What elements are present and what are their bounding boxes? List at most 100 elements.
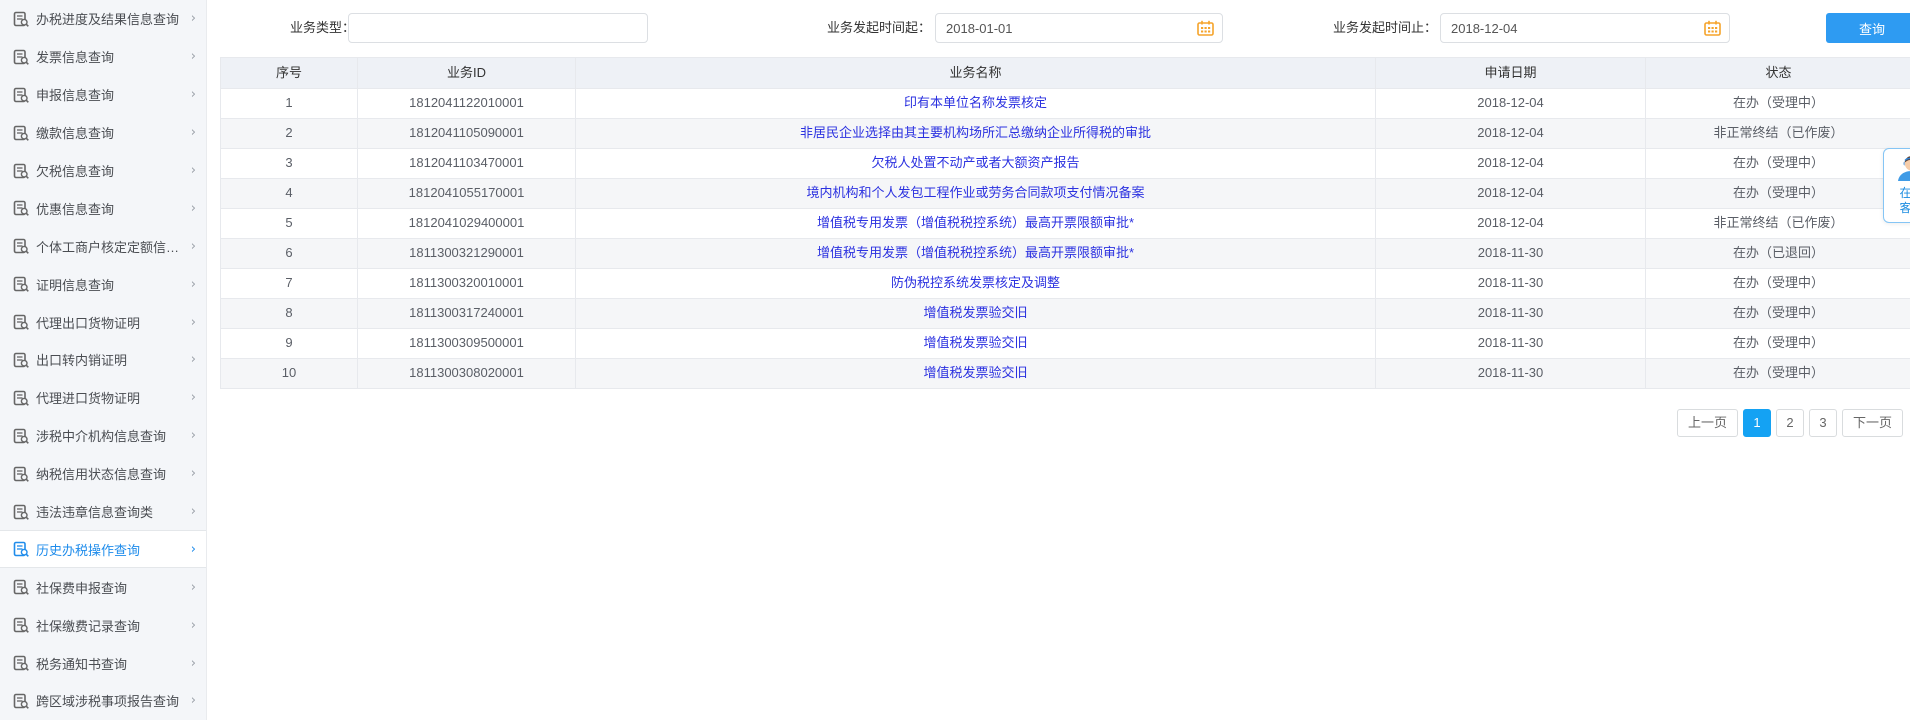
chevron-right-icon: › <box>190 617 196 633</box>
query-button[interactable]: 查询 <box>1826 13 1910 43</box>
chevron-right-icon: › <box>190 49 196 65</box>
sidebar-item-tax-arrears-query[interactable]: 欠税信息查询 › <box>0 152 206 190</box>
sidebar-item-preference-info-query[interactable]: 优惠信息查询 › <box>0 189 206 227</box>
business-name-link[interactable]: 增值税专用发票（增值税税控系统）最高开票限额审批* <box>817 215 1134 230</box>
business-name-link[interactable]: 增值税发票验交旧 <box>923 305 1027 320</box>
end-date-input[interactable] <box>1440 13 1730 43</box>
cell-business-id: 1812041122010001 <box>358 89 576 118</box>
doc-search-icon <box>13 579 29 596</box>
business-type-label: 业务类型： <box>290 20 356 35</box>
business-name-link[interactable]: 非居民企业选择由其主要机构场所汇总缴纳企业所得税的审批 <box>800 125 1151 140</box>
sidebar-item-declaration-info-query[interactable]: 申报信息查询 › <box>0 76 206 114</box>
calendar-icon[interactable] <box>1704 20 1721 36</box>
page-button-2[interactable]: 2 <box>1775 409 1804 437</box>
sidebar-item-label: 代理出口货物证明 <box>36 315 141 331</box>
table-row: 5 1812041029400001 增值税专用发票（增值税税控系统）最高开票限… <box>221 209 1910 239</box>
sidebar-item-cross-region-tax-report-query[interactable]: 跨区域涉税事项报告查询 › <box>0 682 206 720</box>
business-name-link[interactable]: 增值税发票验交旧 <box>923 335 1027 350</box>
column-header-index: 序号 <box>221 58 358 88</box>
customer-service-widget[interactable]: 在线 客服 <box>1883 148 1910 223</box>
cell-apply-date: 2018-12-04 <box>1376 209 1646 238</box>
cell-business-id: 1811300308020001 <box>358 359 576 388</box>
sidebar-item-certificate-info-query[interactable]: 证明信息查询 › <box>0 265 206 303</box>
chevron-right-icon: › <box>190 504 196 520</box>
sidebar-item-social-insurance-payment-query[interactable]: 社保缴费记录查询 › <box>0 606 206 644</box>
chevron-right-icon: › <box>190 466 196 482</box>
sidebar-item-label: 办税进度及结果信息查询 <box>36 12 180 28</box>
sidebar-item-agent-import-certificate[interactable]: 代理进口货物证明 › <box>0 379 206 417</box>
sidebar-item-social-insurance-declare-query[interactable]: 社保费申报查询 › <box>0 568 206 606</box>
chevron-right-icon: › <box>190 655 196 671</box>
cell-index: 6 <box>221 239 358 268</box>
main-content: 业务类型： 业务发起时间起： 业务发起时间止： 查询 <box>207 0 1910 720</box>
app-window: 办税进度及结果信息查询 › 发票信息查询 › 申报信息查询 › 缴款信息查询 ›… <box>0 0 1910 720</box>
sidebar-item-label: 社保缴费记录查询 <box>36 618 141 634</box>
page-button-1[interactable]: 1 <box>1742 409 1771 437</box>
business-name-link[interactable]: 防伪税控系统发票核定及调整 <box>891 275 1060 290</box>
sidebar-item-label: 代理进口货物证明 <box>36 391 141 407</box>
doc-search-icon <box>13 49 29 65</box>
column-header-status: 状态 <box>1765 65 1792 80</box>
sidebar-item-label: 申报信息查询 <box>36 88 115 104</box>
cell-apply-date: 2018-11-30 <box>1376 269 1646 298</box>
page-button-3[interactable]: 3 <box>1808 409 1837 437</box>
sidebar-item-label: 违法违章信息查询类 <box>36 505 154 521</box>
chevron-right-icon: › <box>190 87 196 103</box>
sidebar-item-history-tax-operation-query[interactable]: 历史办税操作查询 › <box>0 530 206 569</box>
doc-search-icon <box>13 693 29 709</box>
calendar-icon[interactable] <box>1197 20 1214 36</box>
cell-business-id: 1812041103470001 <box>358 149 576 178</box>
customer-service-avatar-icon <box>1897 156 1910 181</box>
start-date-input[interactable] <box>935 13 1223 43</box>
cell-apply-date: 2018-11-30 <box>1376 299 1646 328</box>
business-name-link[interactable]: 欠税人处置不动产或者大额资产报告 <box>871 155 1079 170</box>
chevron-right-icon: › <box>190 11 196 27</box>
business-type-input[interactable] <box>348 13 648 43</box>
sidebar-item-tax-credit-status-query[interactable]: 纳税信用状态信息查询 › <box>0 455 206 493</box>
cell-index: 9 <box>221 329 358 358</box>
doc-search-icon <box>13 125 29 141</box>
sidebar-item-individual-quota-query[interactable]: 个体工商户核定定额信息查询 › <box>0 227 206 265</box>
filter-bar: 业务类型： 业务发起时间起： 业务发起时间止： 查询 <box>207 0 1910 57</box>
prev-page-button[interactable]: 上一页 <box>1676 409 1738 437</box>
sidebar-item-label: 出口转内销证明 <box>36 353 128 369</box>
cell-business-id: 1812041029400001 <box>358 209 576 238</box>
table-row: 6 1811300321290001 增值税专用发票（增值税税控系统）最高开票限… <box>221 239 1910 269</box>
cell-status: 在办（受理中） <box>1732 185 1824 200</box>
sidebar-item-tax-progress-result-query[interactable]: 办税进度及结果信息查询 › <box>0 0 206 38</box>
sidebar-item-invoice-info-query[interactable]: 发票信息查询 › <box>0 38 206 76</box>
sidebar-item-label: 跨区域涉税事项报告查询 <box>36 694 180 710</box>
sidebar-item-label: 税务通知书查询 <box>36 656 128 672</box>
sidebar-item-export-to-domestic-certificate[interactable]: 出口转内销证明 › <box>0 341 206 379</box>
cell-business-id: 1811300320010001 <box>358 269 576 298</box>
doc-search-icon <box>13 314 29 330</box>
sidebar-item-agent-export-certificate[interactable]: 代理出口货物证明 › <box>0 303 206 341</box>
doc-search-icon <box>13 201 29 217</box>
doc-search-icon <box>13 466 29 482</box>
results-table: 序号 业务ID 业务名称 申请日期 状态 1 1812041122010001 … <box>220 57 1910 389</box>
sidebar: 办税进度及结果信息查询 › 发票信息查询 › 申报信息查询 › 缴款信息查询 ›… <box>0 0 207 720</box>
chevron-right-icon: › <box>190 163 196 178</box>
next-page-button[interactable]: 下一页 <box>1841 409 1903 437</box>
cell-index: 3 <box>221 149 358 178</box>
sidebar-item-tax-notice-query[interactable]: 税务通知书查询 › <box>0 644 206 682</box>
chevron-right-icon: › <box>190 693 196 709</box>
table-row: 8 1811300317240001 增值税发票验交旧 2018-11-30 在… <box>221 299 1910 329</box>
doc-search-icon <box>13 428 29 444</box>
cell-status: 在办（受理中） <box>1732 155 1824 170</box>
sidebar-item-violation-info-query[interactable]: 违法违章信息查询类 › <box>0 493 206 531</box>
business-name-link[interactable]: 增值税发票验交旧 <box>923 365 1027 380</box>
cell-status: 非正常终结（已作废） <box>1713 215 1844 230</box>
cell-apply-date: 2018-12-04 <box>1376 179 1646 208</box>
chevron-right-icon: › <box>190 428 196 444</box>
sidebar-item-label: 欠税信息查询 <box>36 164 115 179</box>
business-name-link[interactable]: 增值税专用发票（增值税税控系统）最高开票限额审批* <box>817 245 1134 260</box>
business-name-link[interactable]: 境内机构和个人发包工程作业或劳务合同款项支付情况备案 <box>806 185 1144 200</box>
business-name-link[interactable]: 印有本单位名称发票核定 <box>904 95 1047 110</box>
cell-apply-date: 2018-11-30 <box>1376 329 1646 358</box>
doc-search-icon <box>13 352 29 368</box>
doc-search-icon <box>13 390 29 406</box>
sidebar-item-tax-agency-info-query[interactable]: 涉税中介机构信息查询 › <box>0 417 206 455</box>
column-header-business-name: 业务名称 <box>576 58 1376 88</box>
sidebar-item-payment-info-query[interactable]: 缴款信息查询 › <box>0 114 206 152</box>
